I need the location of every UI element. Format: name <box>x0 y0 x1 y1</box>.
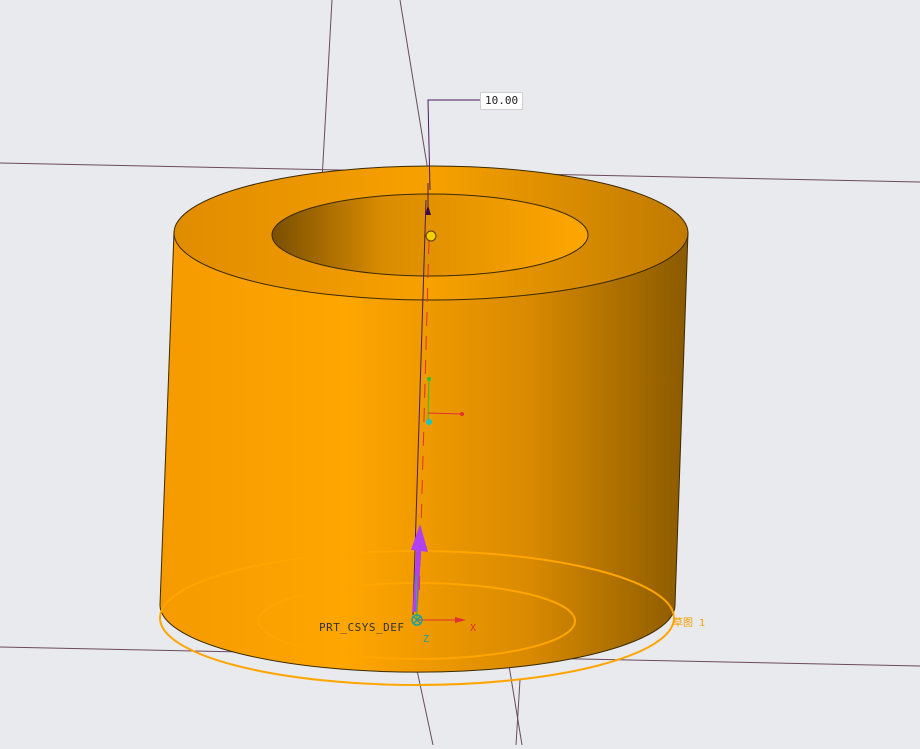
model-canvas[interactable] <box>0 0 920 746</box>
drag-handle[interactable] <box>425 230 437 242</box>
sketch-plane-label: 草图 1 <box>673 618 706 629</box>
csys-label: PRT_CSYS_DEF <box>319 621 405 634</box>
axis-x-label: X <box>470 623 477 634</box>
graphics-viewport[interactable]: 10.00 PRT_CSYS_DEF X Z 草图 1 <box>0 0 920 746</box>
dimension-value-label[interactable]: 10.00 <box>480 92 524 110</box>
datum-line-a[interactable] <box>321 0 333 181</box>
axis-z-label: Z <box>423 634 430 645</box>
